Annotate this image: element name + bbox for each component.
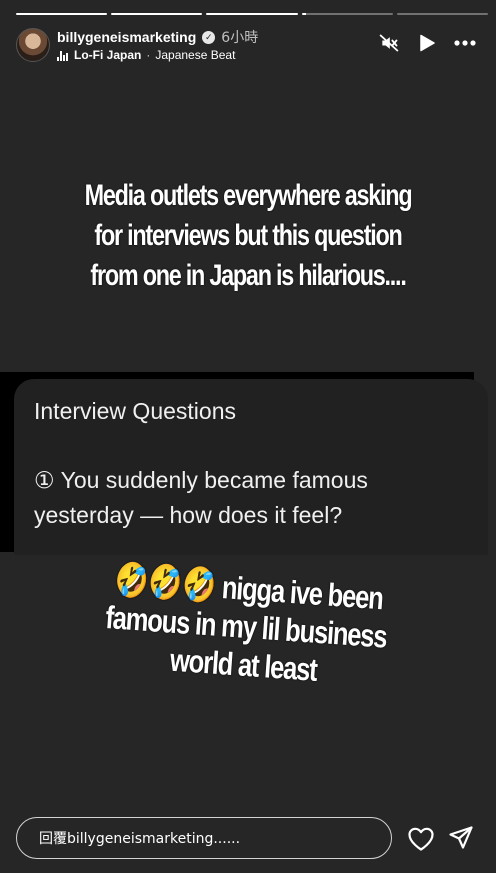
progress-segment <box>206 13 298 15</box>
reply-box[interactable] <box>16 817 392 860</box>
music-info[interactable]: Lo-Fi Japan · Japanese Beat <box>57 48 258 62</box>
play-icon[interactable] <box>416 32 438 54</box>
story-header: billygeneismarketing ✓ 6小時 Lo-Fi Japan ·… <box>16 26 476 62</box>
story-progress <box>16 13 489 15</box>
story-headline: Media outlets everywhere asking for inte… <box>84 179 413 292</box>
progress-segment <box>16 13 108 15</box>
more-icon[interactable] <box>454 32 476 54</box>
progress-segment <box>301 13 393 15</box>
username[interactable]: billygeneismarketing <box>57 29 196 45</box>
music-title: Lo-Fi Japan <box>74 48 142 62</box>
verified-badge-icon: ✓ <box>202 30 216 44</box>
story-caption: 🤣🤣🤣 nigga ive been famous in my lil busi… <box>74 558 417 695</box>
screenshot-question: ① You suddenly became famous yesterday —… <box>34 467 368 528</box>
screenshot-title: Interview Questions <box>34 398 236 424</box>
reply-input[interactable] <box>37 818 381 860</box>
laughing-emoji: 🤣🤣🤣 <box>113 559 218 607</box>
progress-segment <box>396 13 489 15</box>
heart-icon[interactable] <box>407 826 435 852</box>
music-separator: · <box>146 48 151 62</box>
send-icon[interactable] <box>448 825 474 851</box>
music-artist: Japanese Beat <box>155 48 236 62</box>
music-bars-icon <box>57 50 69 61</box>
post-time: 6小時 <box>221 30 259 46</box>
muted-speaker-icon[interactable] <box>378 32 400 54</box>
story-controls <box>378 32 476 54</box>
story-meta: billygeneismarketing ✓ 6小時 Lo-Fi Japan ·… <box>57 28 258 62</box>
progress-segment <box>111 13 203 15</box>
avatar[interactable] <box>16 28 50 62</box>
